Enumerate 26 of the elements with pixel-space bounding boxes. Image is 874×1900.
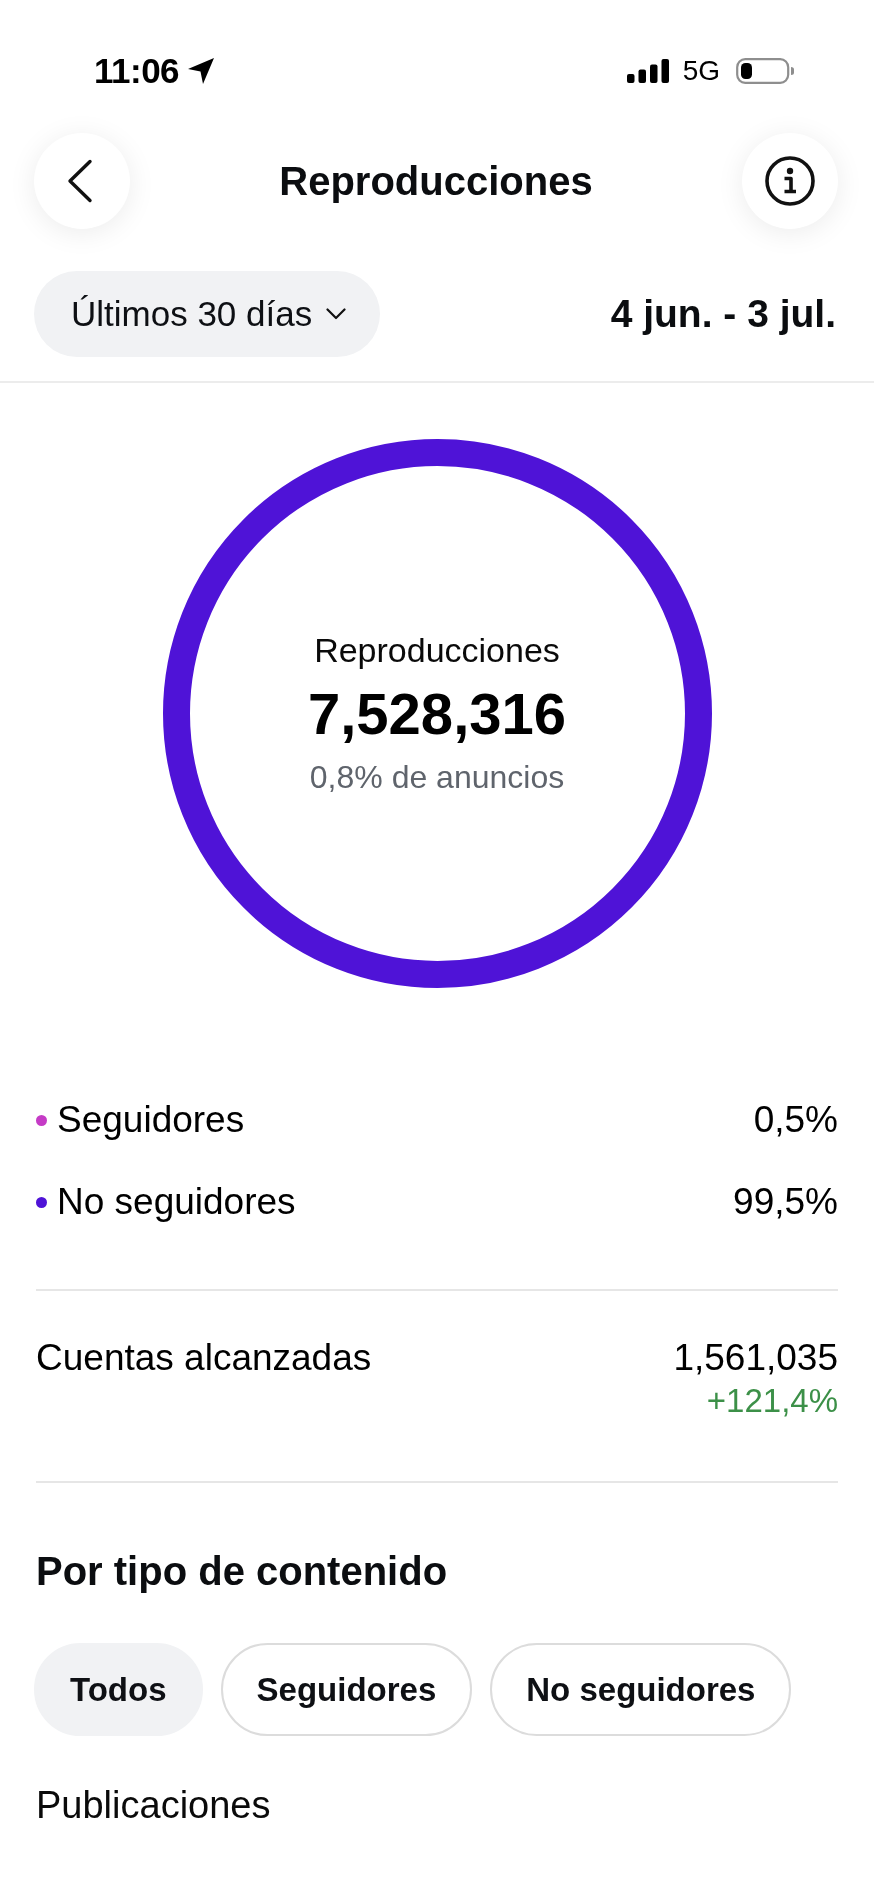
legend-label: No seguidores (57, 1180, 296, 1224)
signal-icon (626, 59, 669, 83)
location-arrow-icon (187, 57, 216, 85)
period-dropdown[interactable]: Últimos 30 días (34, 271, 381, 357)
chevron-down-icon (326, 308, 347, 320)
info-icon (765, 156, 815, 206)
metric-label: Reproducciones (314, 629, 560, 671)
legend-value: 99,5% (733, 1180, 838, 1224)
reach-label: Cuentas alcanzadas (36, 1336, 372, 1380)
date-range: 4 jun. - 3 jul. (610, 291, 836, 337)
metric-value: 7,528,316 (308, 681, 566, 746)
ads-share-note: 0,8% de anuncios (309, 757, 565, 797)
filter-chip[interactable]: Todos (34, 1643, 203, 1736)
subsection-label: Publicaciones (36, 1784, 271, 1826)
legend-label: Seguidores (57, 1098, 245, 1142)
reach-change: +121,4% (706, 1381, 838, 1421)
reach-value: 1,561,035 (673, 1336, 838, 1380)
section-title: Por tipo de contenido (36, 1548, 448, 1595)
filter-chip[interactable]: No seguidores (490, 1643, 792, 1736)
network-label: 5G (682, 54, 720, 88)
chevron-left-icon (67, 159, 93, 203)
legend-value: 0,5% (753, 1098, 838, 1142)
battery-icon (736, 58, 794, 84)
status-time: 11:06 (94, 50, 180, 92)
filter-chip[interactable]: Seguidores (220, 1643, 473, 1736)
page-title: Reproducciones (279, 158, 593, 205)
